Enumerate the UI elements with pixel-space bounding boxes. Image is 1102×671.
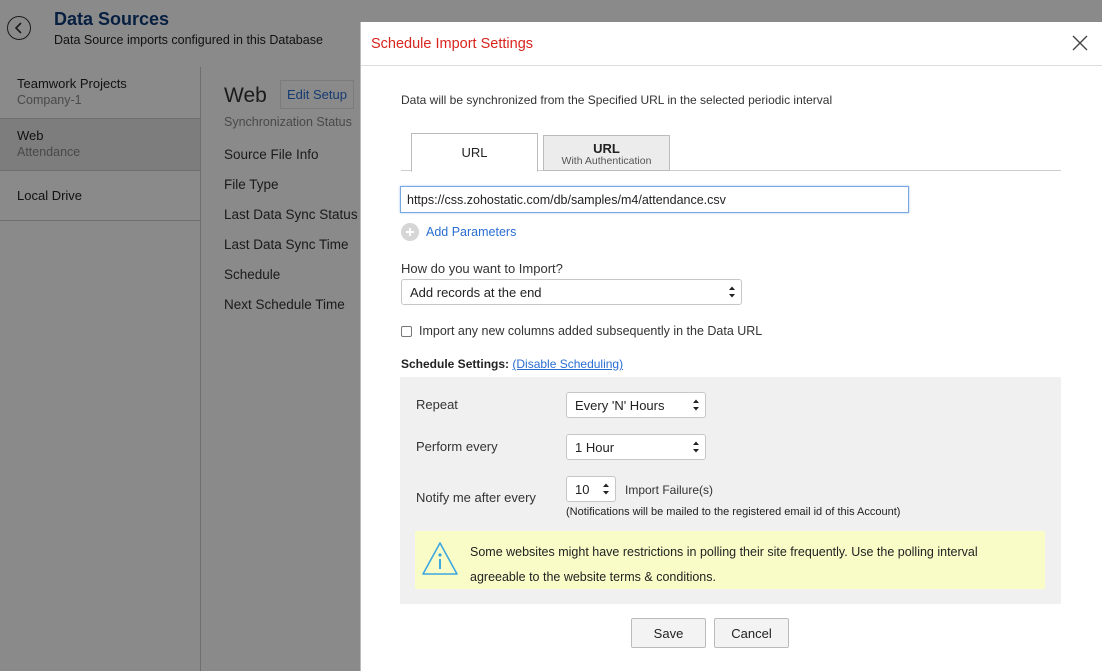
polling-warning-text: Some websites might have restrictions in…: [470, 545, 978, 584]
url-input[interactable]: [400, 186, 909, 213]
tab-url[interactable]: URL: [411, 133, 538, 172]
repeat-select[interactable]: Every 'N' Hours: [566, 392, 706, 418]
stepper-arrows-icon: [603, 483, 609, 495]
dialog-title: Schedule Import Settings: [371, 36, 534, 52]
plus-circle-icon: [401, 223, 419, 241]
perform-every-select[interactable]: 1 Hour: [566, 434, 706, 460]
schedule-settings-label: Schedule Settings:: [401, 357, 510, 371]
warning-info-icon: [422, 542, 458, 575]
import-mode-label: How do you want to Import?: [401, 261, 563, 276]
notify-label: Notify me after every: [416, 490, 536, 505]
import-mode-value: Add records at the end: [410, 285, 542, 300]
import-mode-select[interactable]: Add records at the end: [401, 279, 742, 305]
tab-subtitle: With Authentication: [561, 155, 652, 167]
add-parameters-link[interactable]: Add Parameters: [401, 223, 516, 241]
repeat-label: Repeat: [416, 397, 458, 412]
new-columns-option: Import any new columns added subsequentl…: [401, 324, 762, 338]
disable-scheduling-link[interactable]: (Disable Scheduling): [512, 357, 623, 371]
notify-count-value: 10: [575, 482, 590, 497]
new-columns-checkbox[interactable]: [401, 325, 412, 337]
add-parameters-label: Add Parameters: [426, 225, 517, 239]
import-failure-label: Import Failure(s): [625, 483, 714, 497]
select-arrows-icon: [693, 399, 699, 411]
tab-title: URL: [593, 141, 620, 156]
select-arrows-icon: [729, 286, 735, 298]
schedule-settings-heading: Schedule Settings: (Disable Scheduling): [401, 357, 623, 371]
notification-note: (Notifications will be mailed to the reg…: [566, 506, 901, 518]
perform-every-value: 1 Hour: [575, 440, 615, 455]
schedule-import-dialog: Schedule Import Settings Data will be sy…: [360, 22, 1102, 671]
tab-url-with-authentication[interactable]: URL With Authentication: [543, 135, 670, 171]
close-icon[interactable]: [1071, 34, 1089, 52]
dialog-header: Schedule Import Settings: [361, 22, 1102, 66]
polling-warning: Some websites might have restrictions in…: [415, 531, 1045, 589]
save-button[interactable]: Save: [631, 618, 706, 648]
dialog-description: Data will be synchronized from the Speci…: [401, 93, 833, 107]
cancel-button[interactable]: Cancel: [714, 618, 789, 648]
new-columns-label: Import any new columns added subsequentl…: [419, 324, 763, 338]
notify-count-stepper[interactable]: 10: [566, 476, 616, 502]
schedule-settings-panel: Repeat Every 'N' Hours Perform every 1 H…: [400, 377, 1061, 604]
perform-every-label: Perform every: [416, 439, 498, 454]
url-tabs: URL URL With Authentication: [401, 133, 1061, 172]
select-arrows-icon: [693, 441, 699, 453]
repeat-value: Every 'N' Hours: [575, 398, 665, 413]
